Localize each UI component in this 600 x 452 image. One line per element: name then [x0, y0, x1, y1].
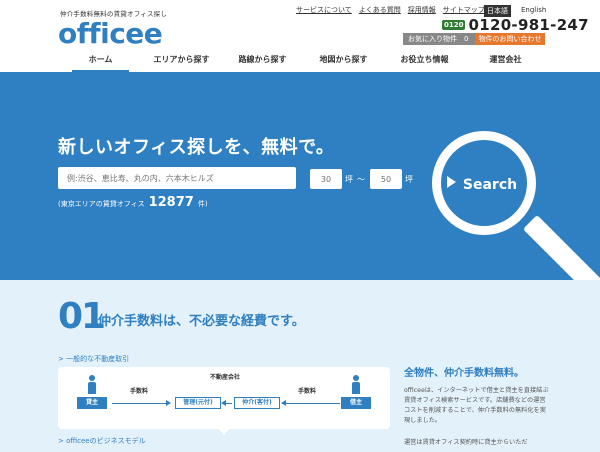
arrow-right-icon: [112, 400, 171, 406]
min-size-input[interactable]: [310, 169, 342, 189]
office-count-label: (東京エリアの賃貸オフィス: [58, 200, 145, 208]
nav-area[interactable]: エリアから探す: [141, 50, 222, 72]
feature-description-continued: 運営は賃貸オフィス契約時に貸主からいただ: [404, 439, 528, 446]
arrow-down-icon: [218, 421, 230, 435]
office-count-suffix: 件): [197, 200, 208, 208]
min-size-unit: 坪: [345, 175, 353, 184]
nav-home[interactable]: ホーム: [60, 50, 141, 72]
search-button-label: Search: [462, 177, 518, 193]
right-fee-label: 手数料: [298, 388, 317, 395]
agent-title: 不動産会社: [210, 374, 241, 381]
management-label: 管理(元付): [175, 397, 221, 409]
sub-heading-officee-model: > officeeのビジネスモデル: [58, 437, 146, 445]
lessee-person-icon: [352, 375, 360, 395]
broker-label: 仲介(客付): [234, 397, 280, 409]
link-faq[interactable]: よくある質問: [359, 5, 401, 15]
left-fee-label: 手数料: [130, 388, 149, 395]
sub-heading-general: > 一般的な不動産取引: [58, 355, 130, 363]
keyword-search-input[interactable]: [58, 167, 296, 189]
feature-description: officeeは、インターネットで借主と貸主を直接結ぶ賃貸オフィス検索サービスで…: [404, 387, 549, 424]
link-about-service[interactable]: サービスについて: [296, 5, 352, 15]
nav-useful-info[interactable]: お役立ち情報: [384, 50, 465, 72]
free-dial-icon: 0120: [442, 20, 466, 30]
feature-title: 全物件、仲介手数料無料。: [404, 368, 524, 379]
nav-line[interactable]: 路線から探す: [222, 50, 303, 72]
feature-section: 01 仲介手数料は、不必要な経費です。 > 一般的な不動産取引 貸主 手数料 不…: [0, 280, 600, 452]
max-size-input[interactable]: [370, 169, 402, 189]
flow-diagram: 貸主 手数料 不動産会社 管理(元付) 仲介(客付) 手数料 借主: [58, 367, 390, 429]
section-title: 仲介手数料は、不必要な経費です。: [98, 314, 305, 329]
nav-company[interactable]: 運営会社: [465, 50, 546, 72]
inquiry-button[interactable]: 物件のお問い合わせ: [475, 33, 545, 45]
main-nav: ホーム エリアから探す 路線から探す 地図から探す お役立ち情報 運営会社: [60, 50, 546, 72]
max-size-unit: 坪: [405, 175, 413, 184]
lessor-label: 貸主: [77, 397, 107, 409]
magnifier-handle-icon: [522, 214, 600, 280]
nav-map[interactable]: 地図から探す: [303, 50, 384, 72]
range-tilde: 〜: [357, 175, 365, 184]
office-count: (東京エリアの賃貸オフィス 12877 件): [58, 195, 208, 210]
site-logo[interactable]: officee: [58, 17, 163, 50]
lessee-label: 借主: [341, 397, 371, 409]
arrow-left-icon: [221, 400, 232, 406]
site-header: 仲介手数料無料の賃貸オフィス探し officee サービスについて よくある質問…: [0, 0, 600, 72]
top-links: サービスについて よくある質問 採用情報 サイトマップ: [296, 5, 485, 15]
link-sitemap[interactable]: サイトマップ: [443, 5, 485, 15]
search-button[interactable]: Search: [450, 147, 518, 223]
office-count-number: 12877: [148, 195, 194, 210]
hero-search: 新しいオフィス探しを、無料で。 坪 〜 坪 (東京エリアの賃貸オフィス 1287…: [0, 72, 600, 280]
lang-english[interactable]: English: [518, 5, 549, 15]
hero-title: 新しいオフィス探しを、無料で。: [58, 137, 335, 158]
lessor-person-icon: [88, 375, 96, 395]
phone-number: 0120-981-247: [468, 16, 589, 34]
link-careers[interactable]: 採用情報: [408, 5, 436, 15]
arrow-left-icon: [281, 400, 340, 406]
phone-contact: 0120 0120-981-247: [442, 16, 589, 34]
